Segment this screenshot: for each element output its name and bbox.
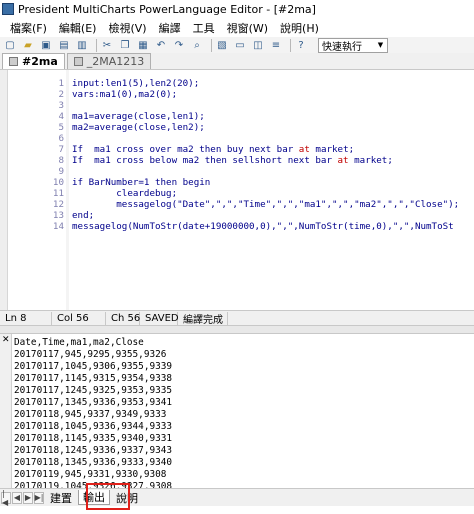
status-col: Col 56 xyxy=(52,311,106,325)
panel-splitter[interactable] xyxy=(0,325,474,334)
line-number: 12 xyxy=(52,199,64,210)
line-number: 3 xyxy=(58,100,64,111)
line-number: 7 xyxy=(58,144,64,155)
tab-label: _2MA1213 xyxy=(86,55,145,68)
status-ch: Ch 56 xyxy=(106,311,140,325)
split-icon[interactable]: ◫ xyxy=(251,38,265,52)
line-number: 9 xyxy=(58,166,64,177)
menu-file[interactable]: 檔案(F) xyxy=(4,20,53,36)
code-line: input:len1(5),len2(20); xyxy=(72,78,200,89)
highlight-annotation xyxy=(86,483,130,510)
paste-icon[interactable]: ▦ xyxy=(136,38,150,52)
menu-help[interactable]: 說明(H) xyxy=(274,20,325,36)
line-number: 14 xyxy=(52,221,64,232)
code-line: if BarNumber=1 then begin xyxy=(72,177,211,188)
code-line: messagelog("Date",",","Time",",","ma1","… xyxy=(72,199,460,210)
status-line: Ln 8 xyxy=(0,311,52,325)
toolbar-separator xyxy=(96,38,97,52)
code-line: If ma1 cross below ma2 then sellshort ne… xyxy=(72,155,393,166)
output-line: 20170118,945,9337,9349,9333 xyxy=(14,409,167,420)
menu-compile[interactable]: 編譯 xyxy=(153,20,187,36)
prev-tab-icon[interactable]: ◀ xyxy=(12,491,22,504)
menu-view[interactable]: 檢視(V) xyxy=(102,20,152,36)
breakpoint-gutter[interactable] xyxy=(0,70,8,310)
cut-icon[interactable]: ✂ xyxy=(100,38,114,52)
output-line: 20170117,1345,9336,9353,9341 xyxy=(14,397,173,408)
code-line: messagelog(NumToStr(date+19000000,0),","… xyxy=(72,221,454,232)
output-line: 20170118,1345,9336,9333,9340 xyxy=(14,457,173,468)
line-number: 5 xyxy=(58,122,64,133)
print-icon[interactable]: ▥ xyxy=(75,38,89,52)
quick-run-combo[interactable]: 快速執行 ▼ xyxy=(318,37,388,53)
find-icon[interactable]: ⌕ xyxy=(190,38,204,52)
menu-tools[interactable]: 工具 xyxy=(187,20,221,36)
status-saved: SAVED xyxy=(140,311,179,325)
menu-bar: 檔案(F) 編輯(E) 檢視(V) 編譯 工具 視窗(W) 說明(H) xyxy=(0,18,474,37)
output-line: 20170118,1045,9336,9344,9333 xyxy=(14,421,173,432)
output-tab-bar: |◀ ◀ ▶ ▶| 建置 輸出 說明 xyxy=(0,488,474,507)
document-icon xyxy=(73,57,83,66)
status-compile: 編譯完成 xyxy=(178,311,228,326)
code-line: vars:ma1(0),ma2(0); xyxy=(72,89,178,100)
open-folder-icon[interactable]: ▰ xyxy=(21,38,35,52)
toolbar-separator xyxy=(211,38,212,52)
line-number: 4 xyxy=(58,111,64,122)
line-number: 13 xyxy=(52,210,64,221)
output-line: 20170118,1145,9335,9340,9331 xyxy=(14,433,173,444)
app-icon xyxy=(2,3,14,15)
line-number-gutter: 1 2 3 4 5 6 7 8 9 10 11 12 13 14 xyxy=(8,70,66,310)
redo-icon[interactable]: ↷ xyxy=(172,38,186,52)
code-line: ma2=average(close,len2); xyxy=(72,122,205,133)
window-icon[interactable]: ▭ xyxy=(233,38,247,52)
copy-icon[interactable]: ❐ xyxy=(118,38,132,52)
last-tab-icon[interactable]: ▶| xyxy=(34,491,44,504)
new-file-icon[interactable]: ▢ xyxy=(3,38,17,52)
status-bar: Ln 8 Col 56 Ch 56 SAVED 編譯完成 xyxy=(0,310,474,326)
save-all-icon[interactable]: ▤ xyxy=(57,38,71,52)
output-line: 20170117,1145,9315,9354,9338 xyxy=(14,373,173,384)
output-line: 20170117,945,9295,9355,9326 xyxy=(14,349,167,360)
line-number: 11 xyxy=(52,188,64,199)
document-tab-bar: #2ma _2MA1213 xyxy=(0,53,474,70)
tab-build[interactable]: 建置 xyxy=(46,490,76,505)
close-icon[interactable]: ✕ xyxy=(2,336,10,345)
fold-column xyxy=(66,70,69,310)
compile-icon[interactable]: ▧ xyxy=(215,38,229,52)
output-line: 20170119,945,9331,9330,9308 xyxy=(14,469,167,480)
line-number: 1 xyxy=(58,78,64,89)
code-line: end; xyxy=(72,210,95,221)
line-number: 10 xyxy=(52,177,64,188)
save-icon[interactable]: ▣ xyxy=(39,38,53,52)
output-line: 20170117,1045,9306,9355,9339 xyxy=(14,361,173,372)
tab-label: #2ma xyxy=(22,55,58,68)
code-editor[interactable]: 1 2 3 4 5 6 7 8 9 10 11 12 13 14 input:l… xyxy=(0,70,474,310)
quick-run-value: 快速執行 xyxy=(322,41,362,53)
title-bar: President MultiCharts PowerLanguage Edit… xyxy=(0,0,474,18)
output-panel-handle: ✕ xyxy=(0,334,12,488)
output-line: 20170117,1245,9325,9353,9335 xyxy=(14,385,173,396)
code-line: ma1=average(close,len1); xyxy=(72,111,205,122)
tab-2ma1213[interactable]: _2MA1213 xyxy=(66,53,152,69)
toolbar: ▢ ▰ ▣ ▤ ▥ ✂ ❐ ▦ ↶ ↷ ⌕ ▧ ▭ ◫ ≡ ? 快速執行 ▼ xyxy=(0,37,474,53)
toolbar-separator xyxy=(290,38,291,52)
next-tab-icon[interactable]: ▶ xyxy=(23,491,33,504)
code-line: cleardebug; xyxy=(72,188,178,199)
undo-icon[interactable]: ↶ xyxy=(154,38,168,52)
window-title: President MultiCharts PowerLanguage Edit… xyxy=(18,2,316,16)
output-line: Date,Time,ma1,ma2,Close xyxy=(14,337,144,348)
document-icon xyxy=(9,57,18,66)
output-line: 20170118,1245,9336,9337,9343 xyxy=(14,445,173,456)
help-icon[interactable]: ? xyxy=(294,38,308,52)
line-number: 8 xyxy=(58,155,64,166)
line-number: 2 xyxy=(58,89,64,100)
indent-icon[interactable]: ≡ xyxy=(269,38,283,52)
menu-window[interactable]: 視窗(W) xyxy=(221,20,274,36)
line-number: 6 xyxy=(58,133,64,144)
output-panel[interactable]: ✕ Date,Time,ma1,ma2,Close 20170117,945,9… xyxy=(0,334,474,488)
tab-2ma[interactable]: #2ma xyxy=(2,53,65,69)
menu-edit[interactable]: 編輯(E) xyxy=(53,20,103,36)
code-line: If ma1 cross over ma2 then buy next bar … xyxy=(72,144,355,155)
first-tab-icon[interactable]: |◀ xyxy=(1,489,11,507)
chevron-down-icon[interactable]: ▼ xyxy=(375,40,386,51)
